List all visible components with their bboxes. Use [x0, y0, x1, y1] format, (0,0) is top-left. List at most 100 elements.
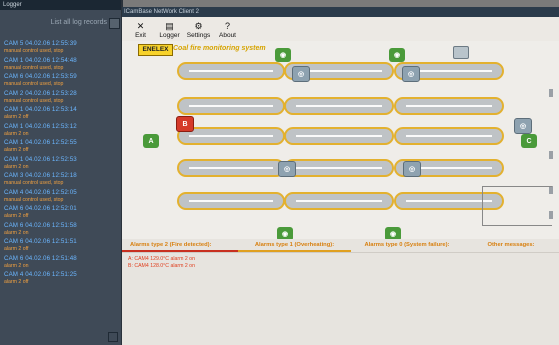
main-window: ICamBase NetWork Client 2 ✕ Exit ▤ Logge… — [122, 7, 559, 345]
conveyor-belt — [284, 127, 394, 145]
log-list: CAM 5 04.02.06 12:55:39 manual control us… — [4, 40, 116, 288]
log-entry[interactable]: CAM 3 04.02.06 12:52:18 manual control us… — [4, 172, 116, 189]
list-all-records-link[interactable]: List all log records — [51, 19, 107, 26]
exit-button[interactable]: ✕ Exit — [126, 21, 155, 41]
log-entry[interactable]: CAM 4 04.02.06 12:52:05 manual control us… — [4, 189, 116, 206]
settings-label: Settings — [186, 32, 211, 39]
log-entry-description: manual control used, stop — [4, 196, 64, 203]
about-button[interactable]: ? About — [213, 21, 242, 41]
alarm-panel: Alarms type 2 (Fire detected): Alarms ty… — [122, 239, 559, 345]
log-entry[interactable]: CAM 1 04.02.06 12:54:48 manual control us… — [4, 57, 116, 74]
log-entry-time: CAM 6 04.02.06 12:53:59 — [4, 73, 77, 80]
log-entry-time: CAM 1 04.02.06 12:52:55 — [4, 139, 77, 146]
settings-icon: ⚙ — [194, 21, 203, 31]
conveyor-belt — [284, 97, 394, 115]
tab-other-messages[interactable]: Other messages: — [463, 239, 559, 252]
log-entry-time: CAM 2 04.02.06 12:53:28 — [4, 89, 77, 97]
log-entry-description: alarm 2 off — [4, 213, 29, 219]
connector — [549, 186, 553, 194]
logger-label: Logger — [159, 32, 180, 39]
exit-label: Exit — [135, 32, 146, 39]
log-entry-description: manual control used, stop — [4, 180, 64, 186]
camera-icon[interactable]: A — [143, 134, 159, 148]
log-entry-description: manual control used, stop — [4, 81, 64, 87]
log-entry-time: CAM 4 04.02.06 12:51:25 — [4, 271, 77, 278]
fire-icon[interactable]: B — [176, 116, 194, 132]
tab-alarms-type-2[interactable]: Alarms type 2 (Fire detected): — [122, 239, 238, 252]
alarm-item[interactable]: B: CAM4 128.0°C alarm 2 on — [122, 263, 559, 270]
connector — [549, 89, 553, 97]
conveyor-belt — [177, 192, 285, 210]
camera-icon[interactable]: ◎ — [278, 161, 296, 177]
alarm-list: A: CAM4 129.0°C alarm 2 on B: CAM4 128.0… — [122, 253, 559, 270]
log-entry-time: CAM 5 04.02.06 12:55:39 — [4, 40, 77, 47]
alarm-item[interactable]: A: CAM4 129.0°C alarm 2 on — [122, 256, 559, 263]
connector — [549, 151, 553, 159]
camera-icon[interactable]: ◉ — [275, 48, 291, 62]
camera-icon[interactable]: ◎ — [402, 66, 420, 82]
wire — [482, 186, 552, 187]
toolbar: ✕ Exit ▤ Logger ⚙ Settings ? About — [122, 17, 559, 41]
log-entry[interactable]: CAM 1 04.02.06 12:53:14 alarm 2 off — [4, 106, 116, 123]
conveyor-map: ENELEX Coal fire monitoring system ◉ ◎ ◉… — [122, 41, 559, 241]
logger-icon: ▤ — [165, 21, 174, 31]
log-entry-description: manual control used, stop — [4, 97, 64, 104]
camera-icon[interactable]: ◎ — [403, 161, 421, 177]
log-entry[interactable]: CAM 4 04.02.06 12:51:25 alarm 2 off — [4, 271, 116, 288]
log-entry-description: alarm 2 on — [4, 130, 29, 137]
log-entry[interactable]: CAM 6 04.02.06 12:53:59 manual control us… — [4, 73, 116, 90]
logger-button[interactable]: ▤ Logger — [155, 21, 184, 41]
log-entry-description: manual control used, stop — [4, 64, 64, 71]
enelex-logo: ENELEX — [138, 44, 173, 56]
camera-icon[interactable]: ◉ — [389, 48, 405, 62]
log-entry[interactable]: CAM 6 04.02.06 12:52:01 alarm 2 off — [4, 205, 116, 222]
conveyor-belt — [394, 192, 504, 210]
camera-label-c: C — [526, 137, 532, 145]
log-entry[interactable]: CAM 6 04.02.06 12:51:58 alarm 2 on — [4, 222, 116, 239]
conveyor-belt — [284, 159, 394, 177]
log-entry-description: manual control used, stop — [4, 48, 64, 54]
about-label: About — [219, 32, 236, 39]
window-title: ICamBase NetWork Client 2 — [122, 7, 559, 17]
conveyor-belt — [177, 159, 285, 177]
log-entry-time: CAM 6 04.02.06 12:51:58 — [4, 221, 77, 229]
settings-button[interactable]: ⚙ Settings — [184, 21, 213, 41]
log-entry-time: CAM 6 04.02.06 12:52:01 — [4, 205, 77, 212]
camera-icon[interactable]: ◎ — [292, 66, 310, 82]
log-entry[interactable]: CAM 1 04.02.06 12:53:12 alarm 2 on — [4, 123, 116, 140]
log-entry-time: CAM 1 04.02.06 12:52:53 — [4, 155, 77, 163]
log-entry[interactable]: CAM 2 04.02.06 12:53:28 manual control us… — [4, 90, 116, 107]
camera-label-a: A — [148, 137, 154, 145]
log-entry-description: alarm 2 off — [4, 114, 29, 120]
connector — [549, 211, 553, 219]
logger-scroll-button[interactable] — [109, 18, 120, 29]
log-entry[interactable]: CAM 6 04.02.06 12:51:48 alarm 2 on — [4, 255, 116, 272]
camera-icon[interactable] — [453, 46, 469, 59]
resize-grip[interactable] — [108, 332, 118, 342]
log-entry-description: alarm 2 on — [4, 229, 29, 236]
log-entry-description: alarm 2 on — [4, 163, 29, 170]
tab-alarms-type-1[interactable]: Alarms type 1 (Overheating): — [238, 239, 351, 252]
about-icon: ? — [224, 21, 230, 31]
conveyor-belt — [394, 127, 504, 145]
log-entry-description: alarm 2 on — [4, 262, 29, 269]
log-entry-time: CAM 6 04.02.06 12:51:51 — [4, 238, 77, 245]
log-entry[interactable]: CAM 1 04.02.06 12:52:55 alarm 2 off — [4, 139, 116, 156]
log-entry-time: CAM 3 04.02.06 12:52:18 — [4, 172, 77, 179]
tab-alarms-type-0[interactable]: Alarms type 0 (System failure): — [351, 239, 463, 252]
wire — [482, 225, 552, 226]
log-entry-description: alarm 2 off — [4, 246, 29, 252]
log-entry[interactable]: CAM 6 04.02.06 12:51:51 alarm 2 off — [4, 238, 116, 255]
camera-icon[interactable]: ◎ — [514, 118, 532, 134]
logger-panel: Logger List all log records CAM 5 04.02.… — [0, 0, 123, 345]
log-entry[interactable]: CAM 5 04.02.06 12:55:39 manual control us… — [4, 40, 116, 57]
exit-icon: ✕ — [136, 21, 145, 31]
conveyor-belt — [177, 97, 285, 115]
camera-icon[interactable]: C — [521, 134, 537, 148]
system-subtitle: Coal fire monitoring system — [173, 45, 266, 52]
conveyor-belt — [177, 62, 285, 80]
logger-title: Logger — [0, 0, 121, 10]
log-entry[interactable]: CAM 1 04.02.06 12:52:53 alarm 2 on — [4, 156, 116, 173]
log-entry-description: alarm 2 off — [4, 279, 29, 285]
conveyor-belt — [394, 97, 504, 115]
